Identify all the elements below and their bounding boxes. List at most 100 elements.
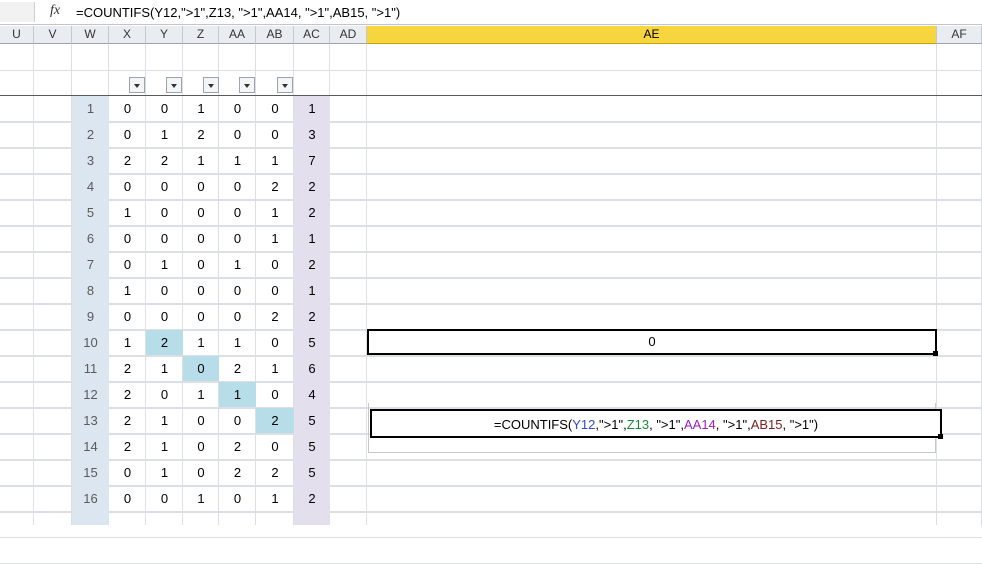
cell-y[interactable]: 1 [146, 434, 183, 460]
cell-aa[interactable]: 0 [219, 174, 256, 200]
column-header-ad[interactable]: AD [330, 26, 367, 44]
cell-ab[interactable]: 1 [256, 226, 294, 252]
cell-ac[interactable]: 1 [294, 226, 330, 252]
row-index-cell[interactable]: 5 [72, 200, 109, 226]
cell-z[interactable]: 0 [183, 408, 219, 434]
cell-y[interactable]: 2 [146, 148, 183, 174]
cell-ac[interactable]: 7 [294, 148, 330, 174]
cell-y[interactable]: 0 [146, 96, 183, 122]
cell-ab[interactable]: 0 [256, 96, 294, 122]
name-box[interactable] [0, 2, 35, 22]
row-index-cell[interactable]: 7 [72, 252, 109, 278]
row-index-cell[interactable]: 2 [72, 122, 109, 148]
cell-y[interactable]: 1 [146, 408, 183, 434]
cell-ab[interactable]: 1 [256, 356, 294, 382]
cell-aa[interactable]: 0 [219, 278, 256, 304]
row-index-cell[interactable]: 10 [72, 330, 109, 356]
cell-aa[interactable]: 2 [219, 460, 256, 486]
cell-ac[interactable]: 2 [294, 174, 330, 200]
cell-ab[interactable]: 1 [256, 148, 294, 174]
cell-aa[interactable]: 0 [219, 226, 256, 252]
cell-ab[interactable]: 0 [256, 330, 294, 356]
cell-z[interactable]: 0 [183, 356, 219, 382]
cell-y[interactable]: 1 [146, 252, 183, 278]
cell-aa[interactable]: 1 [219, 252, 256, 278]
cell-z[interactable]: 1 [183, 96, 219, 122]
row-index-cell[interactable]: 11 [72, 356, 109, 382]
cell-z[interactable]: 0 [183, 304, 219, 330]
fx-icon[interactable]: fx [50, 3, 60, 19]
cell-z[interactable]: 2 [183, 122, 219, 148]
row-index-cell[interactable]: 12 [72, 382, 109, 408]
column-header-af[interactable]: AF [937, 26, 982, 44]
cell-ac[interactable]: 3 [294, 122, 330, 148]
cell-z[interactable]: 0 [183, 434, 219, 460]
column-header-y[interactable]: Y [146, 26, 183, 44]
cell-z[interactable]: 0 [183, 460, 219, 486]
cell-z[interactable]: 1 [183, 486, 219, 512]
cell-ac[interactable]: 2 [294, 304, 330, 330]
cell-x[interactable]: 0 [109, 226, 146, 252]
cell-z[interactable]: 0 [183, 278, 219, 304]
cell-y[interactable]: 0 [146, 382, 183, 408]
cell-y[interactable]: 0 [146, 174, 183, 200]
cell-x[interactable]: 1 [109, 278, 146, 304]
cell-ac[interactable]: 5 [294, 460, 330, 486]
cell-ac[interactable]: 5 [294, 408, 330, 434]
cell-z[interactable]: 0 [183, 200, 219, 226]
column-header-w[interactable]: W [72, 26, 109, 44]
cell-z[interactable]: 1 [183, 330, 219, 356]
filter-dropdown-ab[interactable] [277, 77, 293, 93]
column-header-v[interactable]: V [34, 26, 72, 44]
result-cell[interactable]: 0 [367, 329, 938, 356]
cell-ab[interactable]: 0 [256, 278, 294, 304]
cell-ab[interactable]: 1 [256, 200, 294, 226]
column-header-z[interactable]: Z [183, 26, 219, 44]
cell-aa[interactable]: 0 [219, 122, 256, 148]
cell-ab[interactable]: 2 [256, 408, 294, 434]
cell-y[interactable]: 0 [146, 304, 183, 330]
column-header-x[interactable]: X [109, 26, 146, 44]
cell-x[interactable]: 0 [109, 304, 146, 330]
cell-ac[interactable]: 1 [294, 96, 330, 122]
cell-ac[interactable]: 1 [294, 278, 330, 304]
cell-aa[interactable]: 1 [219, 382, 256, 408]
filter-dropdown-aa[interactable] [239, 77, 255, 93]
row-index-cell[interactable]: 15 [72, 460, 109, 486]
column-header-aa[interactable]: AA [219, 26, 256, 44]
row-index-cell[interactable]: 16 [72, 486, 109, 512]
cell-y[interactable]: 0 [146, 226, 183, 252]
row-index-cell[interactable]: 1 [72, 96, 109, 122]
row-index-cell[interactable]: 4 [72, 174, 109, 200]
cell-x[interactable]: 0 [109, 252, 146, 278]
formula-display-cell[interactable]: =COUNTIFS(Y12,">1",Z13, ">1",AA14, ">1",… [370, 409, 943, 439]
cell-y[interactable]: 2 [146, 330, 183, 356]
column-header-u[interactable]: U [0, 26, 34, 44]
cell-x[interactable]: 2 [109, 148, 146, 174]
cell-aa[interactable]: 1 [219, 148, 256, 174]
row-index-cell[interactable]: 3 [72, 148, 109, 174]
cell-ac[interactable]: 5 [294, 434, 330, 460]
cell-ac[interactable]: 6 [294, 356, 330, 382]
cell-aa[interactable]: 1 [219, 330, 256, 356]
column-header-ae[interactable]: AE [367, 26, 937, 44]
filter-dropdown-y[interactable] [166, 77, 182, 93]
cell-z[interactable]: 1 [183, 148, 219, 174]
cell-x[interactable]: 1 [109, 330, 146, 356]
column-header-ab[interactable]: AB [256, 26, 294, 44]
cell-x[interactable]: 0 [109, 174, 146, 200]
cell-y[interactable]: 0 [146, 486, 183, 512]
cell-ab[interactable]: 0 [256, 122, 294, 148]
cell-x[interactable]: 2 [109, 434, 146, 460]
cell-ac[interactable]: 2 [294, 486, 330, 512]
cell-aa[interactable]: 0 [219, 304, 256, 330]
cell-x[interactable]: 0 [109, 460, 146, 486]
cell-x[interactable]: 2 [109, 382, 146, 408]
cell-aa[interactable]: 0 [219, 408, 256, 434]
cell-ab[interactable]: 0 [256, 434, 294, 460]
cell-ab[interactable]: 2 [256, 460, 294, 486]
filter-dropdown-x[interactable] [129, 77, 145, 93]
cell-y[interactable]: 1 [146, 122, 183, 148]
cell-y[interactable]: 0 [146, 200, 183, 226]
cell-x[interactable]: 1 [109, 200, 146, 226]
